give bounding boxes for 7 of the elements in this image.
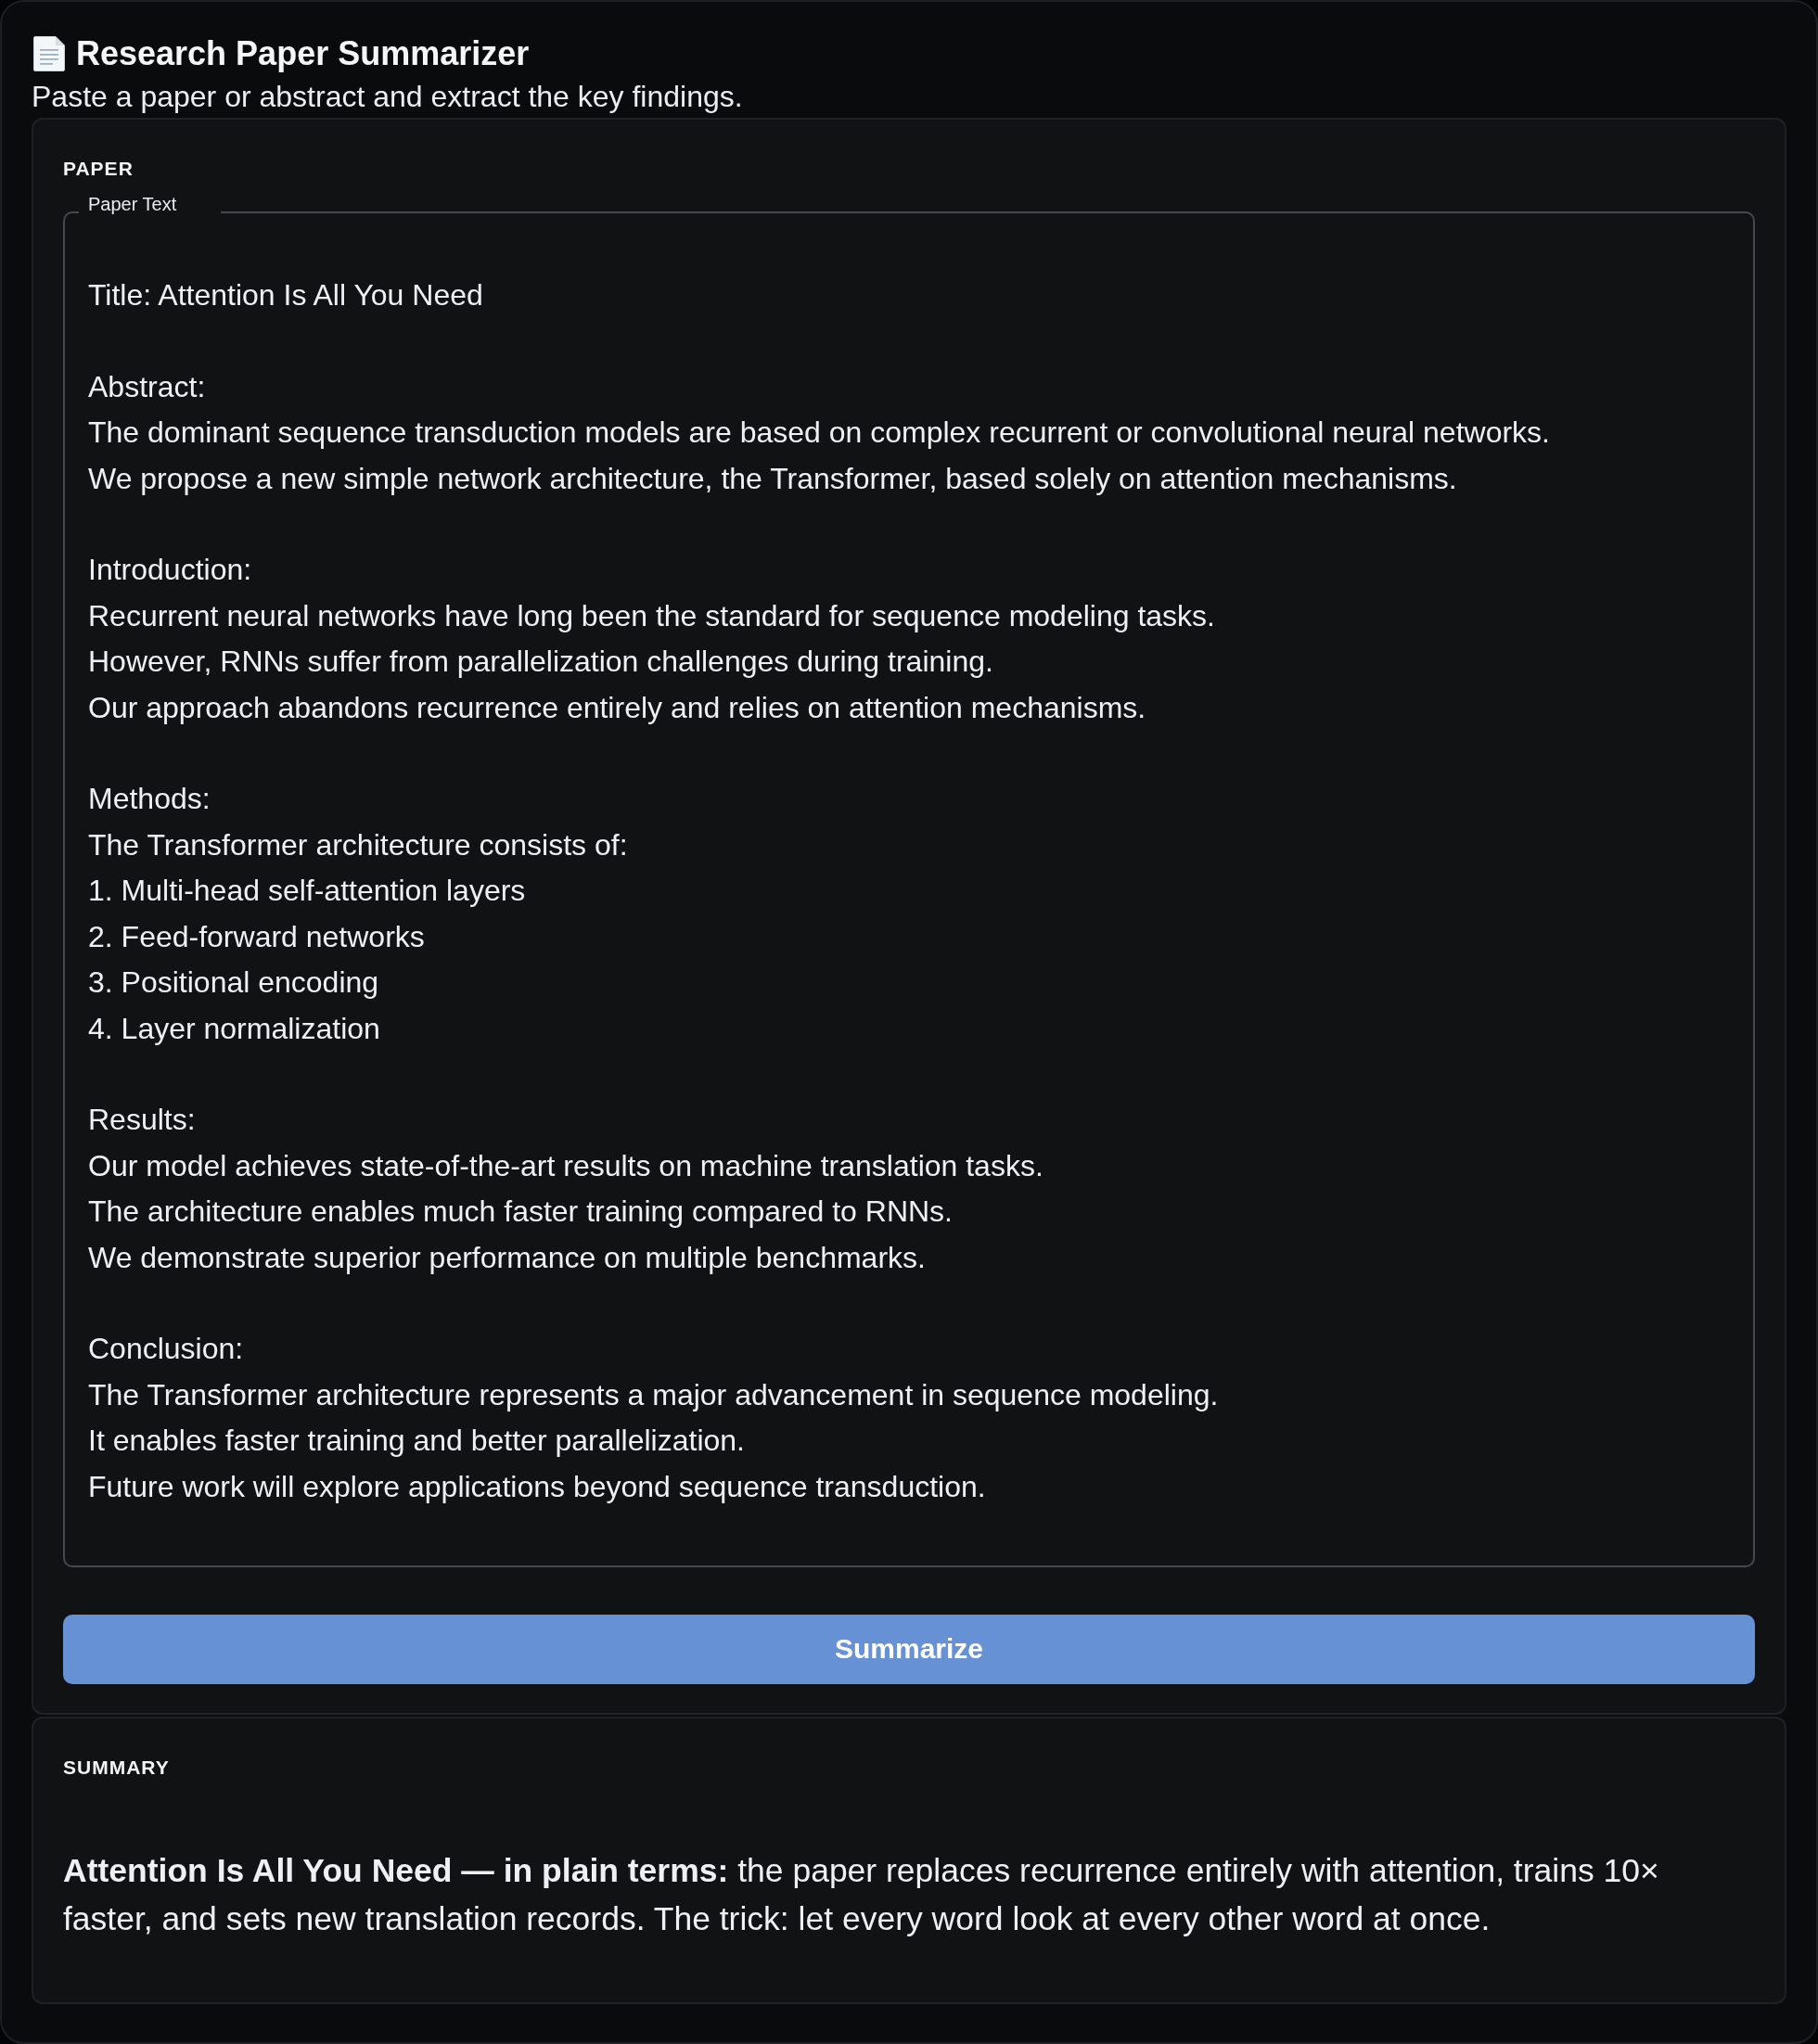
app-title: Research Paper Summarizer: [76, 33, 530, 74]
document-icon: [33, 36, 65, 71]
app-subtitle: Paste a paper or abstract and extract the key findings.: [32, 80, 744, 113]
summary-text: Attention Is All You Need — in plain terms: the paper replaces recurrence entirely with attention, trains 10× faster, and sets new translation records. The trick: let every word look at every other word at once.: [63, 1850, 1660, 1939]
field-label: Paper Text: [87, 193, 178, 216]
section-heading: SUMMARY: [63, 1756, 171, 1779]
section-heading: PAPER: [63, 158, 134, 180]
